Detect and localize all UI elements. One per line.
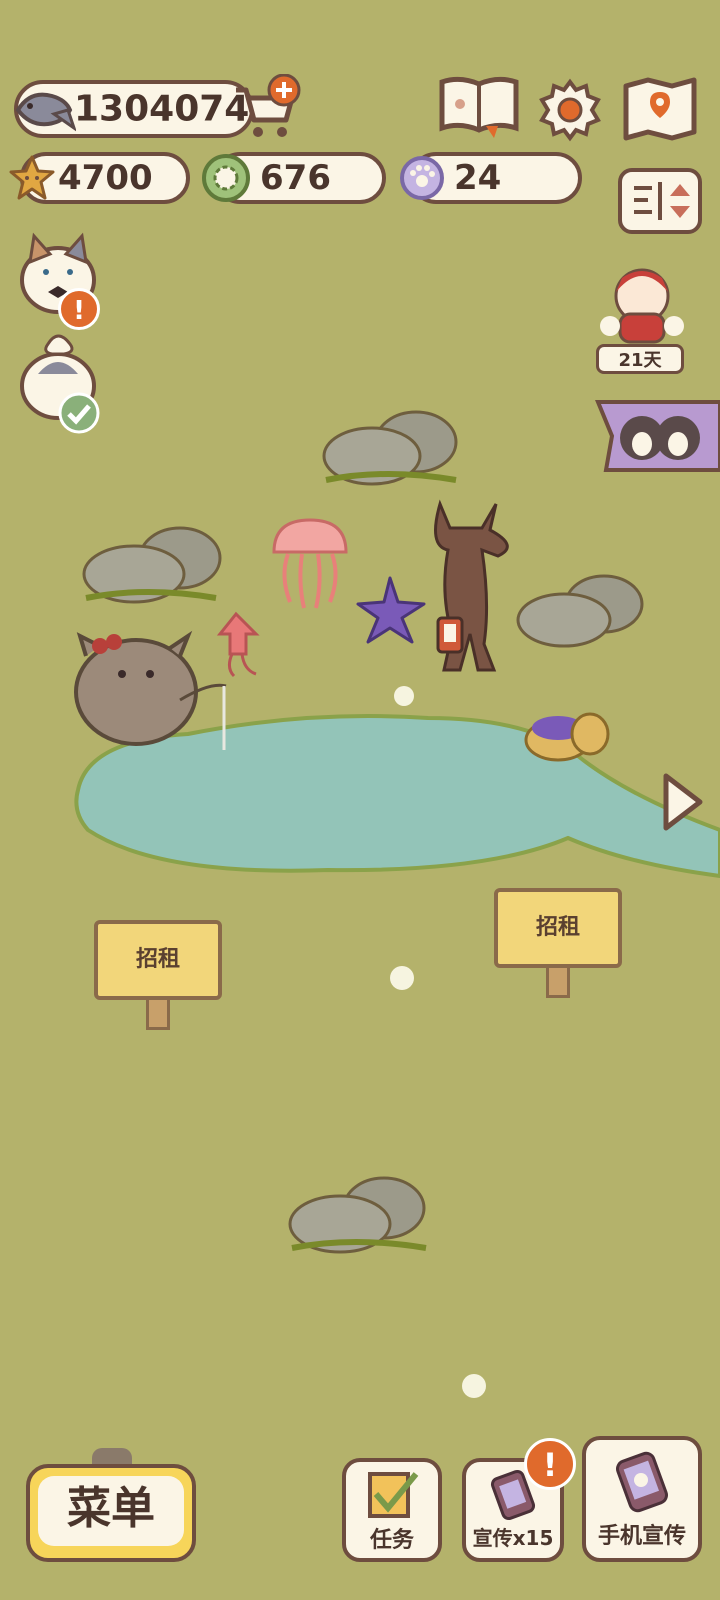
- leaf-coin-icon: [200, 152, 252, 204]
- paw-amount: 24: [454, 158, 502, 198]
- alert-badge-cat: !: [58, 288, 100, 330]
- checklist-icon: [368, 1472, 419, 1518]
- promote-x15-label: 宣传x15: [472, 1526, 554, 1550]
- phone-promote-label: 手机宣传: [597, 1524, 686, 1549]
- rock-cluster-1: [316, 408, 466, 488]
- starfish: [356, 576, 428, 646]
- tasks-button[interactable]: 任务: [342, 1458, 442, 1562]
- sort-toggle-button[interactable]: [618, 168, 702, 234]
- tasks-label: 任务: [369, 1528, 414, 1553]
- phone-promote-button[interactable]: 手机宣传: [582, 1436, 702, 1562]
- cart-plus-icon[interactable]: [232, 74, 304, 142]
- flower-decoration: [394, 686, 414, 706]
- fish-icon: [12, 84, 76, 134]
- wolf-character: [420, 494, 530, 682]
- fishing-cat: [70, 626, 240, 766]
- menu-button[interactable]: 菜单: [26, 1448, 196, 1562]
- star-icon: [8, 154, 56, 202]
- map-icon[interactable]: [622, 76, 698, 142]
- phone-icon: [616, 1451, 668, 1513]
- rock-cluster-2: [76, 524, 226, 606]
- flower-decoration: [462, 1374, 486, 1398]
- rent-sign-label: 招租: [535, 915, 580, 940]
- arrow-right-icon[interactable]: [660, 770, 706, 834]
- visitor-girl-avatar[interactable]: [596, 256, 688, 348]
- jellyfish: [270, 516, 350, 612]
- rent-sign-left[interactable]: 招租: [94, 920, 222, 1030]
- paw-coin-icon: [398, 154, 446, 202]
- bamboo-steamer: [520, 690, 612, 766]
- check-icon: [58, 392, 100, 434]
- leaf-amount: 676: [260, 158, 331, 198]
- rent-sign-label: 招租: [135, 947, 180, 972]
- sort-toggle-icon: [634, 182, 690, 220]
- flower-decoration: [390, 966, 414, 990]
- gear-icon[interactable]: [538, 78, 602, 142]
- fish-amount: 1304074: [74, 88, 250, 130]
- rock-cluster-4: [284, 1172, 434, 1256]
- rent-sign-right[interactable]: 招租: [494, 888, 622, 998]
- alert-badge-promote: !: [524, 1438, 576, 1490]
- bird-visitors-flag[interactable]: [594, 398, 720, 482]
- visitor-days-label: 21天: [596, 344, 684, 374]
- menu-label: 菜单: [67, 1483, 155, 1534]
- rock-cluster-3: [512, 572, 652, 652]
- paw-book-icon[interactable]: [438, 76, 520, 138]
- star-amount: 4700: [58, 158, 153, 198]
